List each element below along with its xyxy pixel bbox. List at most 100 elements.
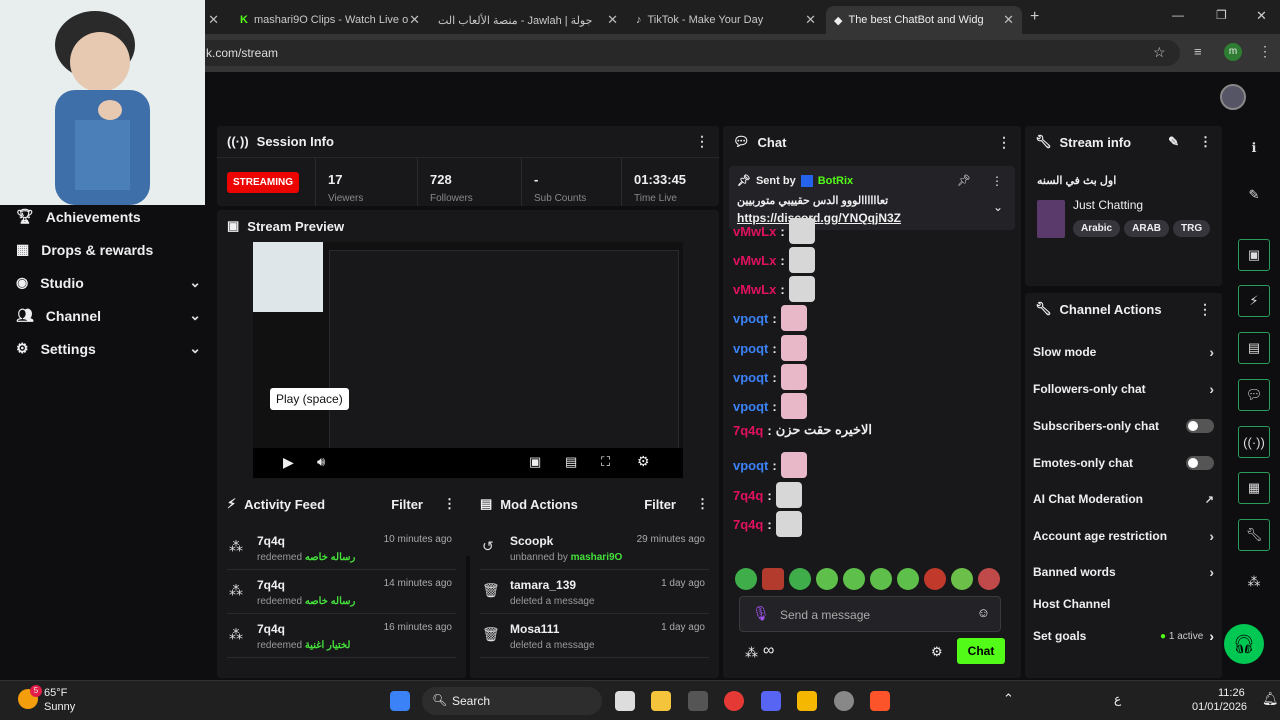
- chat-username[interactable]: 7q4q: [733, 423, 763, 438]
- broadcast-toggle-icon[interactable]: ((·)): [1238, 426, 1270, 458]
- account-age-item[interactable]: Account age restriction ›: [1033, 521, 1214, 551]
- taskbar-search[interactable]: 🔍︎ Search: [422, 687, 602, 715]
- tab-close-icon[interactable]: ✕: [205, 6, 227, 34]
- discord-icon[interactable]: [761, 691, 781, 711]
- tag[interactable]: ARAB: [1124, 220, 1170, 237]
- unpin-icon[interactable]: 📌︎: [957, 174, 971, 187]
- brave-icon[interactable]: [870, 691, 890, 711]
- sidebar-item-settings[interactable]: ⚙ Settings ⌄: [16, 340, 201, 357]
- more-icon[interactable]: ⋮: [695, 133, 709, 150]
- more-icon[interactable]: ⋮: [1199, 134, 1212, 150]
- slow-mode-item[interactable]: Slow mode ›: [1033, 337, 1214, 367]
- microphone-icon[interactable]: 🎙︎: [752, 605, 770, 622]
- chat-username[interactable]: 7q4q: [733, 517, 763, 532]
- chat-username[interactable]: vpoqt: [733, 311, 768, 326]
- banned-words-item[interactable]: Banned words ›: [1033, 557, 1214, 587]
- chat-input[interactable]: 🎙︎ Send a message ☺: [739, 596, 1001, 632]
- points-icon[interactable]: ⁂: [745, 645, 758, 661]
- browser-menu-icon[interactable]: ⋮: [1258, 43, 1272, 60]
- followers-only-item[interactable]: Followers-only chat ›: [1033, 374, 1214, 404]
- emote-icon[interactable]: [816, 568, 838, 590]
- chat-username[interactable]: vpoqt: [733, 458, 768, 473]
- emote-icon[interactable]: [951, 568, 973, 590]
- settings-app-icon[interactable]: [834, 691, 854, 711]
- filter-button[interactable]: Filter: [391, 497, 423, 512]
- volume-icon[interactable]: 🔊︎: [317, 454, 325, 470]
- emote-icon[interactable]: [735, 568, 757, 590]
- host-channel-item[interactable]: Host Channel: [1033, 589, 1214, 619]
- chat-username[interactable]: vpoqt: [733, 341, 768, 356]
- stream-info-toggle-icon[interactable]: 🔧︎: [1238, 519, 1270, 551]
- emote-icon[interactable]: [978, 568, 1000, 590]
- notification-icon[interactable]: 🔔︎: [1262, 691, 1279, 707]
- tag[interactable]: TRG: [1173, 220, 1211, 237]
- more-icon[interactable]: ⋮: [997, 134, 1011, 151]
- emote-icon[interactable]: [762, 568, 784, 590]
- chat-username[interactable]: vpoqt: [733, 399, 768, 414]
- mod-actions-toggle-icon[interactable]: ▤: [1238, 332, 1270, 364]
- sidebar-item-drops[interactable]: ▦ Drops & rewards: [16, 241, 201, 258]
- profile-avatar[interactable]: m: [1224, 43, 1242, 61]
- chat-username[interactable]: vMwLx: [733, 282, 776, 297]
- sidebar-item-studio[interactable]: ◉ Studio ⌄: [16, 274, 201, 291]
- chat-username[interactable]: 7q4q: [733, 488, 763, 503]
- reading-list-icon[interactable]: ≡: [1194, 44, 1202, 59]
- app-icon[interactable]: [797, 691, 817, 711]
- emote-icon[interactable]: [870, 568, 892, 590]
- close-icon[interactable]: ✕: [607, 12, 618, 28]
- user-avatar[interactable]: [1220, 84, 1246, 110]
- emote-icon[interactable]: [897, 568, 919, 590]
- fullscreen-icon[interactable]: ⛶: [601, 454, 610, 470]
- maximize-icon[interactable]: ❐: [1216, 8, 1227, 22]
- theater-icon[interactable]: ▣: [529, 454, 541, 470]
- task-view-icon[interactable]: [615, 691, 635, 711]
- support-headset-icon[interactable]: 🎧︎: [1224, 624, 1264, 664]
- windows-start-icon[interactable]: [390, 691, 410, 711]
- edit-icon[interactable]: ✎: [1238, 179, 1270, 211]
- app-icon[interactable]: [688, 691, 708, 711]
- settings-icon[interactable]: ⚙: [637, 453, 650, 470]
- subscribers-only-toggle[interactable]: [1186, 419, 1214, 433]
- chat-username[interactable]: vMwLx: [733, 253, 776, 268]
- clock-time[interactable]: 11:26: [1218, 687, 1245, 699]
- category-name[interactable]: Just Chatting: [1073, 198, 1143, 212]
- bookmark-star-icon[interactable]: ☆: [1153, 44, 1166, 61]
- close-icon[interactable]: ✕: [409, 12, 420, 28]
- emotes-only-toggle[interactable]: [1186, 456, 1214, 470]
- clip-icon[interactable]: ▤: [565, 454, 577, 470]
- preview-toggle-icon[interactable]: ▣: [1238, 239, 1270, 271]
- language-indicator[interactable]: ع: [1114, 692, 1121, 706]
- set-goals-item[interactable]: Set goals ● 1 active ›: [1033, 621, 1214, 651]
- chat-toggle-icon[interactable]: 💬︎: [1238, 379, 1270, 411]
- more-icon[interactable]: ⋮: [696, 496, 709, 512]
- more-icon[interactable]: ⋮: [1198, 301, 1212, 318]
- tab-jawlah[interactable]: منصة الألعاب الت - Jawlah | جولة ✕: [430, 6, 626, 34]
- emote-icon[interactable]: [843, 568, 865, 590]
- tag[interactable]: Arabic: [1073, 220, 1121, 237]
- emote-icon[interactable]: [789, 568, 811, 590]
- points-icon[interactable]: ⁂: [1238, 566, 1270, 598]
- play-icon[interactable]: ▶: [283, 454, 294, 471]
- chrome-icon[interactable]: [724, 691, 744, 711]
- more-icon[interactable]: ⋮: [991, 174, 1003, 188]
- video-player[interactable]: ▶ 🔊︎ ▣ ▤ ⛶ ⚙ Play (space): [253, 242, 683, 478]
- new-tab-icon[interactable]: +: [1030, 8, 1039, 26]
- chevron-down-icon[interactable]: ⌄: [993, 200, 1003, 214]
- gear-icon[interactable]: ⚙: [931, 644, 943, 660]
- activity-toggle-icon[interactable]: ⚡︎: [1238, 285, 1270, 317]
- close-window-icon[interactable]: ✕: [1256, 8, 1267, 24]
- clock-date[interactable]: 01/01/2026: [1192, 701, 1247, 713]
- tab-chatbot[interactable]: ◆ The best ChatBot and Widg ✕: [826, 6, 1022, 34]
- ai-moderation-item[interactable]: AI Chat Moderation ↗: [1033, 484, 1214, 514]
- sidebar-item-achievements[interactable]: 🏆︎ Achievements: [16, 208, 201, 225]
- sidebar-item-channel[interactable]: 👥︎ Channel ⌄: [16, 307, 201, 324]
- more-icon[interactable]: ⋮: [443, 496, 456, 512]
- send-chat-button[interactable]: Chat: [957, 638, 1005, 664]
- tab-tiktok[interactable]: ♪ TikTok - Make Your Day ✕: [628, 6, 824, 34]
- emote-icon[interactable]: [924, 568, 946, 590]
- emoji-icon[interactable]: ☺: [977, 605, 990, 620]
- minimize-icon[interactable]: —: [1172, 8, 1184, 22]
- tab-kick-clips[interactable]: K mashari9O Clips - Watch Live o ✕: [232, 6, 428, 34]
- close-icon[interactable]: ✕: [805, 12, 816, 28]
- chevron-up-icon[interactable]: ⌃: [1003, 691, 1014, 707]
